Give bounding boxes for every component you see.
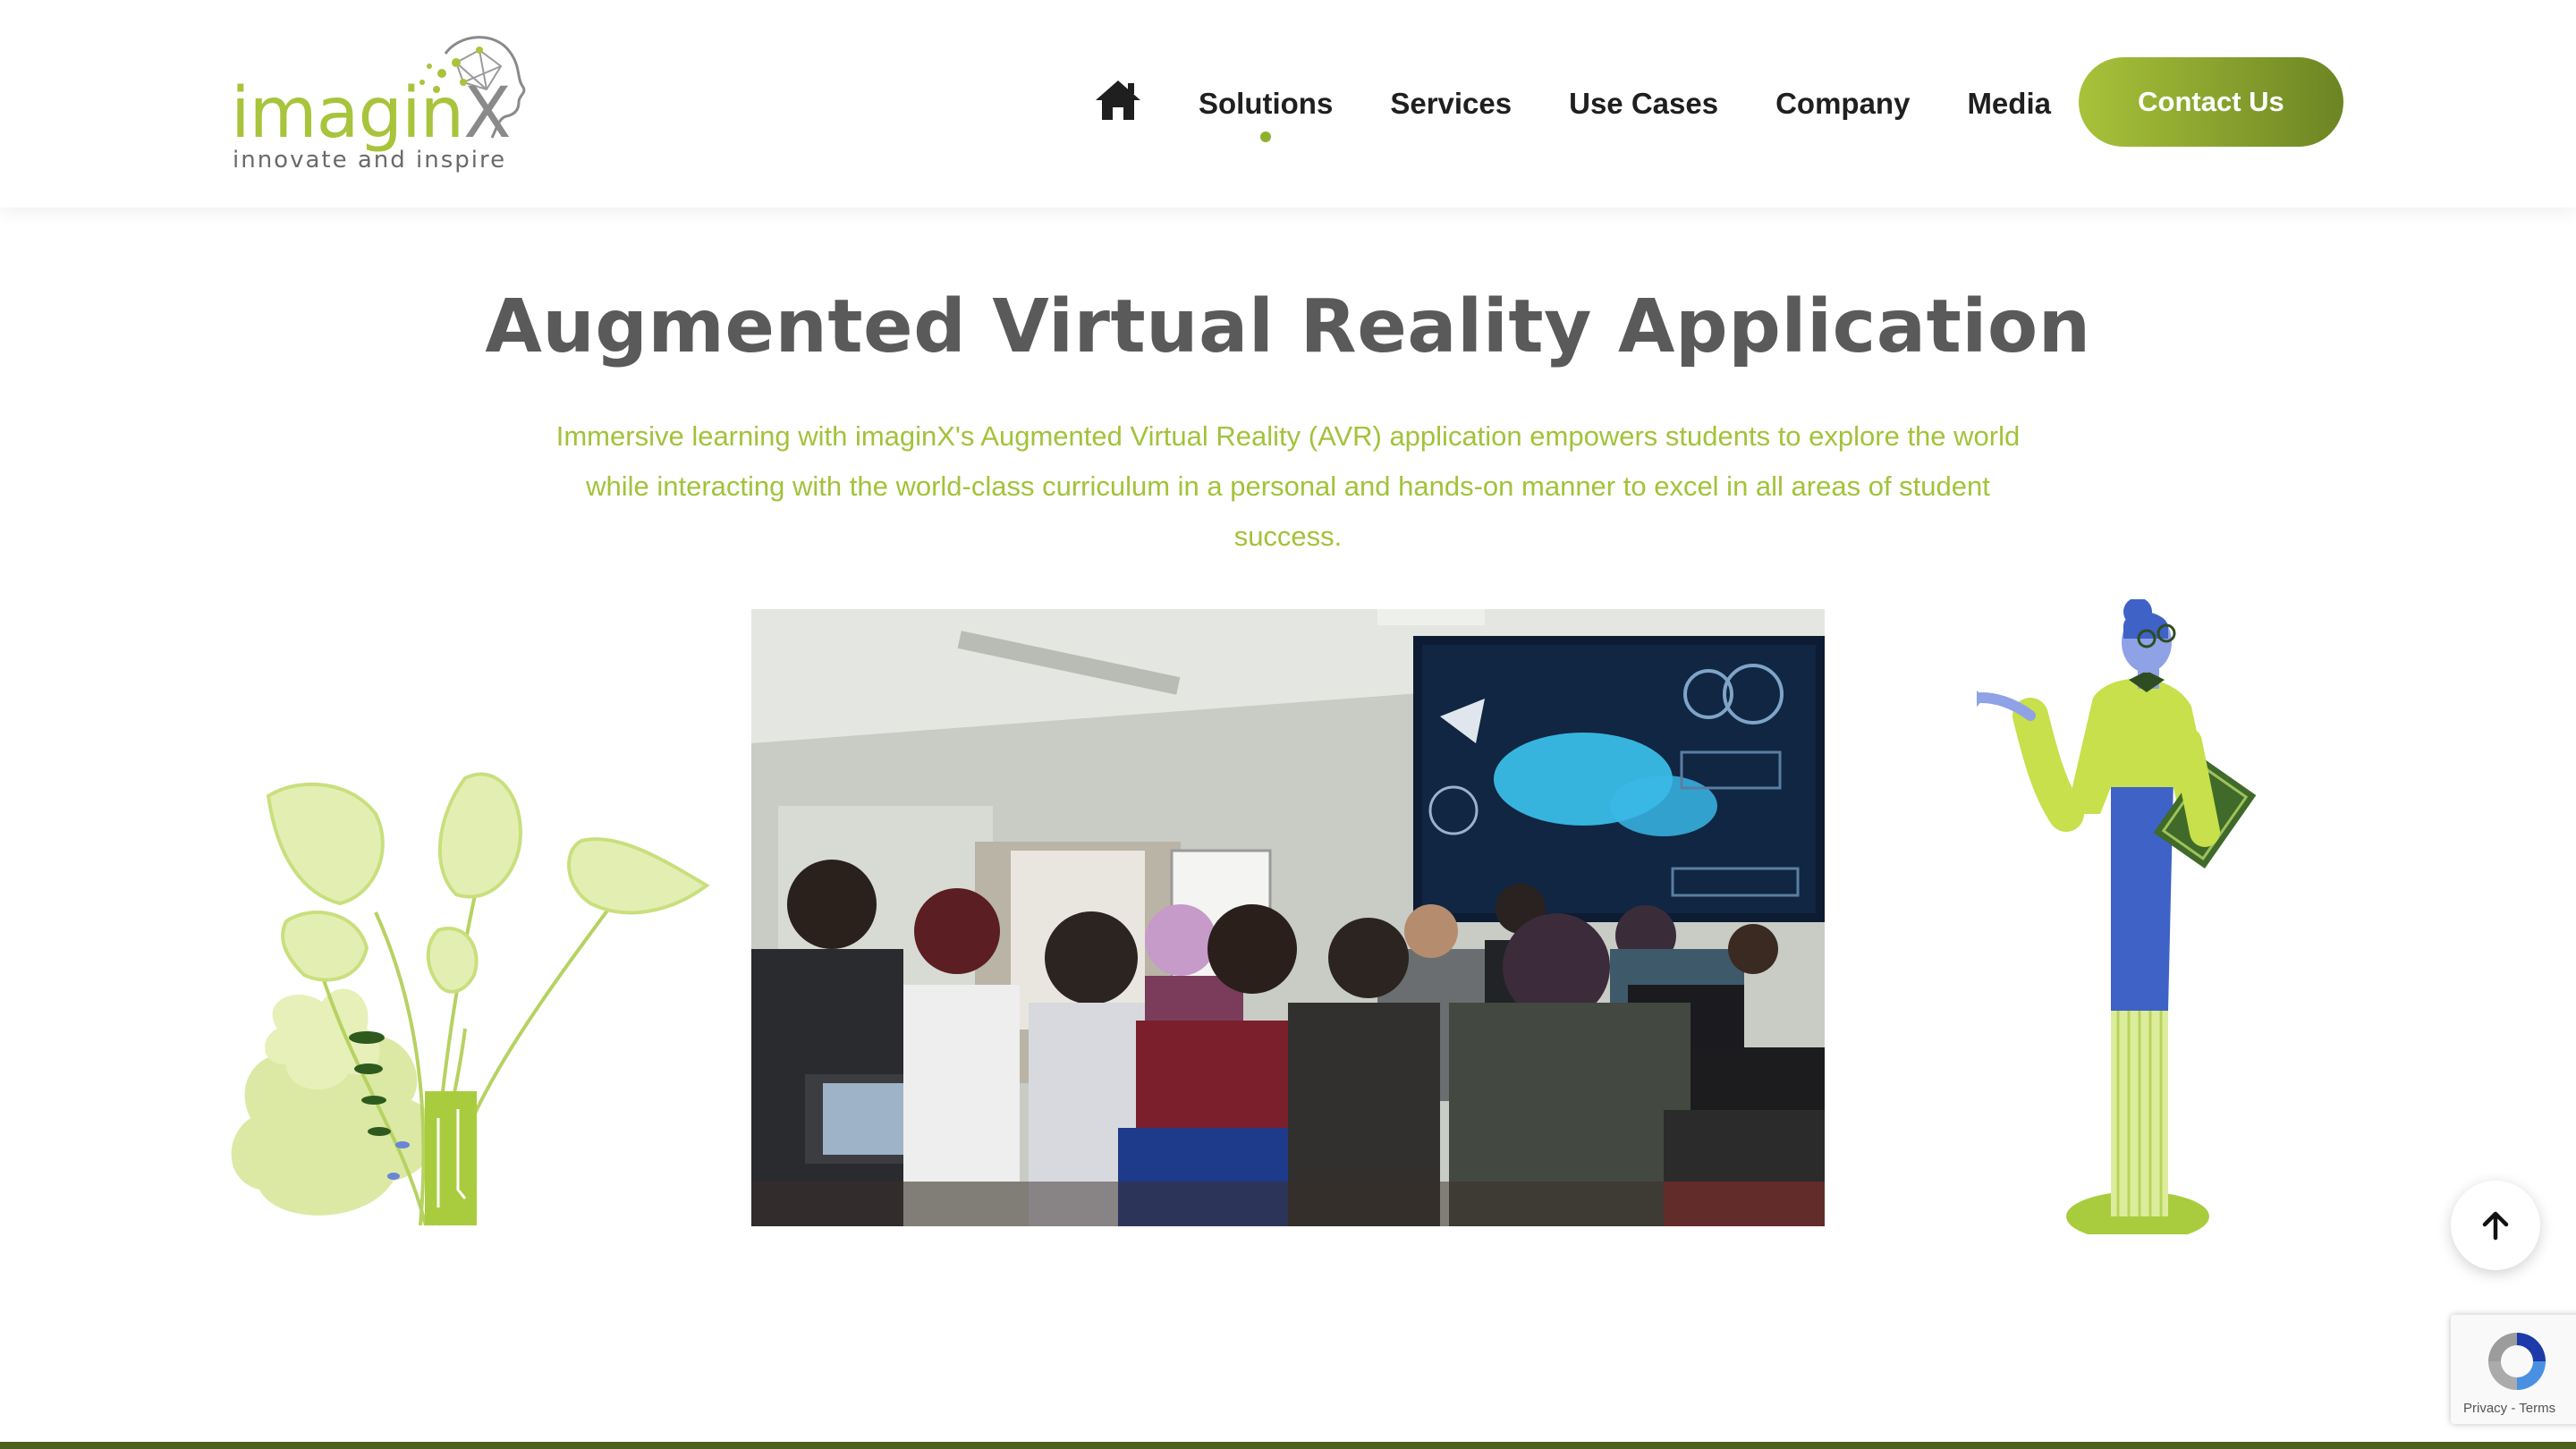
page-title: Augmented Virtual Reality Application bbox=[485, 284, 2091, 369]
active-indicator-dot bbox=[1260, 131, 1272, 142]
logo-x-mark: X bbox=[463, 73, 511, 154]
nav-item-label: Solutions bbox=[1199, 87, 1334, 120]
footer-top-border bbox=[0, 1442, 2576, 1449]
nav-item-services[interactable]: Services bbox=[1390, 87, 1512, 121]
intro-paragraph: Immersive learning with imaginX's Augmen… bbox=[555, 420, 2021, 552]
nav-item-company[interactable]: Company bbox=[1775, 87, 1910, 121]
main-nav: Solutions Services Use Cases Company Med… bbox=[1091, 0, 2051, 208]
nav-item-solutions[interactable]: Solutions bbox=[1199, 87, 1334, 142]
logo-tagline: innovate and inspire bbox=[233, 147, 507, 174]
nav-item-media[interactable]: Media bbox=[1967, 87, 2051, 121]
recaptcha-icon bbox=[2488, 1333, 2546, 1390]
home-icon bbox=[1096, 80, 1140, 120]
recaptcha-privacy-terms[interactable]: Privacy - Terms bbox=[2463, 1401, 2555, 1416]
site-header: imaginX innovate and inspire Solutions S… bbox=[0, 0, 2576, 208]
imaginx-logo[interactable]: imaginX innovate and inspire bbox=[231, 27, 535, 179]
contact-us-button[interactable]: Contact Us bbox=[2079, 57, 2343, 147]
plant-illustration bbox=[231, 772, 710, 1226]
recaptcha-badge[interactable]: Privacy - Terms bbox=[2451, 1315, 2576, 1424]
nav-item-label: Company bbox=[1775, 87, 1911, 120]
classroom-scene-image bbox=[751, 609, 1825, 1226]
logo-wordmark: imagin bbox=[231, 73, 464, 154]
scroll-to-top-button[interactable] bbox=[2451, 1181, 2540, 1270]
nav-item-use-cases[interactable]: Use Cases bbox=[1569, 87, 1718, 121]
nav-item-label: Media bbox=[1967, 87, 2051, 120]
classroom-photo bbox=[751, 609, 1825, 1226]
home-link[interactable] bbox=[1091, 73, 1145, 127]
teacher-illustration bbox=[1977, 599, 2257, 1234]
arrow-up-icon bbox=[2482, 1211, 2509, 1241]
nav-item-label: Services bbox=[1390, 87, 1513, 120]
nav-item-label: Use Cases bbox=[1569, 87, 1719, 120]
